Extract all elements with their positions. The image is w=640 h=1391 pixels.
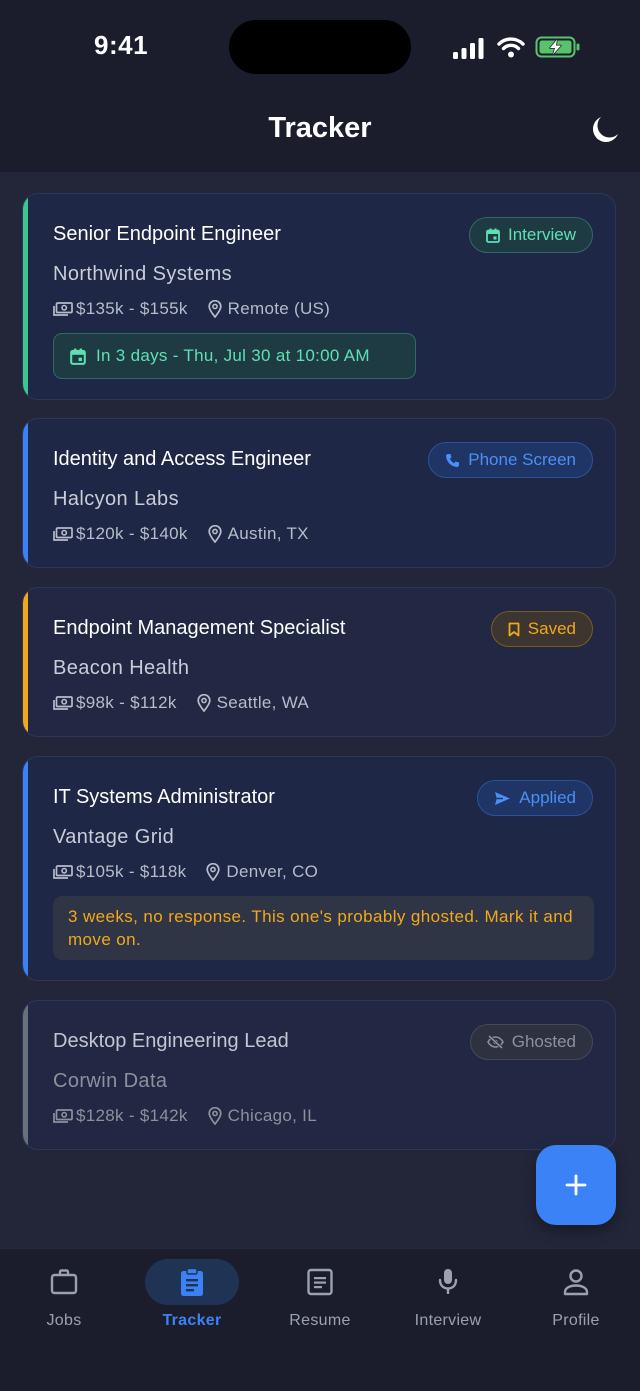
job-location: Austin, TX xyxy=(227,524,309,543)
job-title: Desktop Engineering Lead xyxy=(53,1030,289,1052)
status-time: 9:41 xyxy=(94,30,149,60)
location-pin-icon xyxy=(208,1107,222,1125)
status-badge-label: Interview xyxy=(507,225,576,244)
status-badge[interactable]: Interview xyxy=(468,217,593,253)
job-location: Chicago, IL xyxy=(227,1106,317,1125)
job-card[interactable]: Senior Endpoint Engineer Interview North… xyxy=(22,193,616,400)
job-location: Remote (US) xyxy=(227,299,331,318)
job-meta: $105k - $118k Denver, CO xyxy=(53,861,318,883)
status-accent-bar xyxy=(23,757,28,980)
money-icon xyxy=(53,696,73,710)
nav-label: Profile xyxy=(552,1312,600,1329)
money-icon xyxy=(53,865,73,879)
nav-label: Interview xyxy=(414,1312,482,1329)
clipboard-icon xyxy=(181,1267,203,1296)
bookmark-icon xyxy=(508,622,520,637)
company-name: Northwind Systems xyxy=(53,263,233,285)
send-icon xyxy=(494,791,511,806)
money-icon xyxy=(53,302,73,316)
calendar-icon xyxy=(70,348,86,365)
nav-item-tracker[interactable]: Tracker xyxy=(128,1249,256,1349)
job-card[interactable]: Endpoint Management Specialist Saved Bea… xyxy=(22,587,616,737)
company-name: Corwin Data xyxy=(53,1070,168,1092)
company-name: Halcyon Labs xyxy=(53,488,179,510)
nav-item-jobs[interactable]: Jobs xyxy=(0,1249,128,1349)
nav-label: Resume xyxy=(289,1312,351,1329)
status-badge[interactable]: Ghosted xyxy=(469,1024,593,1060)
nav-label: Jobs xyxy=(46,1312,82,1329)
wifi-icon xyxy=(497,37,525,58)
dynamic-island xyxy=(229,20,411,74)
bottom-nav: Jobs Tracker Resume Interview Profile xyxy=(0,1248,640,1391)
add-job-button[interactable] xyxy=(536,1145,616,1225)
status-badge-label: Applied xyxy=(519,788,576,807)
job-meta: $98k - $112k Seattle, WA xyxy=(53,692,309,714)
status-badge-label: Phone Screen xyxy=(468,450,576,469)
battery-icon xyxy=(535,36,580,58)
company-name: Vantage Grid xyxy=(53,826,175,848)
calendar-icon xyxy=(486,228,500,243)
nav-label: Tracker xyxy=(162,1312,222,1329)
nav-item-profile[interactable]: Profile xyxy=(512,1249,640,1349)
top-bar: 9:41 Tracker xyxy=(0,0,640,172)
interview-reminder[interactable]: In 3 days - Thu, Jul 30 at 10:00 AM xyxy=(53,333,416,379)
job-title: IT Systems Administrator xyxy=(53,786,275,808)
salary-range: $135k - $155k xyxy=(76,299,188,318)
theme-toggle-button[interactable] xyxy=(588,113,622,147)
status-accent-bar xyxy=(23,419,28,567)
moon-icon xyxy=(593,117,618,142)
nav-item-interview[interactable]: Interview xyxy=(384,1249,512,1349)
salary-range: $128k - $142k xyxy=(76,1106,188,1125)
status-badge[interactable]: Applied xyxy=(477,780,593,816)
status-accent-bar xyxy=(23,588,28,736)
microphone-icon xyxy=(438,1269,458,1294)
job-location: Denver, CO xyxy=(226,862,319,881)
status-badge-label: Ghosted xyxy=(511,1032,576,1051)
salary-range: $120k - $140k xyxy=(76,524,188,543)
page-title: Tracker xyxy=(268,112,372,144)
salary-range: $105k - $118k xyxy=(76,862,187,881)
plus-icon xyxy=(565,1174,587,1196)
interview-reminder-text: In 3 days - Thu, Jul 30 at 10:00 AM xyxy=(96,346,370,365)
status-badge[interactable]: Saved xyxy=(490,611,593,647)
person-icon xyxy=(563,1269,589,1296)
company-name: Beacon Health xyxy=(53,657,190,679)
salary-range: $98k - $112k xyxy=(76,693,177,712)
location-pin-icon xyxy=(208,525,222,543)
job-meta: $120k - $140k Austin, TX xyxy=(53,523,309,545)
money-icon xyxy=(53,527,73,541)
signal-icon xyxy=(453,38,484,59)
job-location: Seattle, WA xyxy=(216,693,310,712)
status-badge-label: Saved xyxy=(527,619,576,638)
location-pin-icon xyxy=(196,694,211,712)
status-accent-bar xyxy=(23,1001,28,1149)
briefcase-icon xyxy=(50,1269,78,1295)
location-pin-icon xyxy=(208,300,222,318)
job-card[interactable]: Identity and Access Engineer Phone Scree… xyxy=(22,418,616,568)
location-pin-icon xyxy=(206,863,221,881)
job-title: Identity and Access Engineer xyxy=(53,448,311,470)
job-card[interactable]: IT Systems Administrator Applied Vantage… xyxy=(22,756,616,981)
job-meta: $128k - $142k Chicago, IL xyxy=(53,1105,317,1127)
job-meta: $135k - $155k Remote (US) xyxy=(53,298,330,320)
job-title: Endpoint Management Specialist xyxy=(53,617,346,639)
job-title: Senior Endpoint Engineer xyxy=(53,223,281,245)
money-icon xyxy=(53,1109,73,1123)
ghosted-warning-note: 3 weeks, no response. This one's probabl… xyxy=(53,896,594,960)
status-badge[interactable]: Phone Screen xyxy=(428,442,593,478)
job-card[interactable]: Desktop Engineering Lead Ghosted Corwin … xyxy=(22,1000,616,1150)
eye-off-icon xyxy=(486,1035,504,1049)
document-icon xyxy=(307,1268,333,1296)
nav-item-resume[interactable]: Resume xyxy=(256,1249,384,1349)
phone-icon xyxy=(445,453,460,468)
status-accent-bar xyxy=(23,194,28,399)
